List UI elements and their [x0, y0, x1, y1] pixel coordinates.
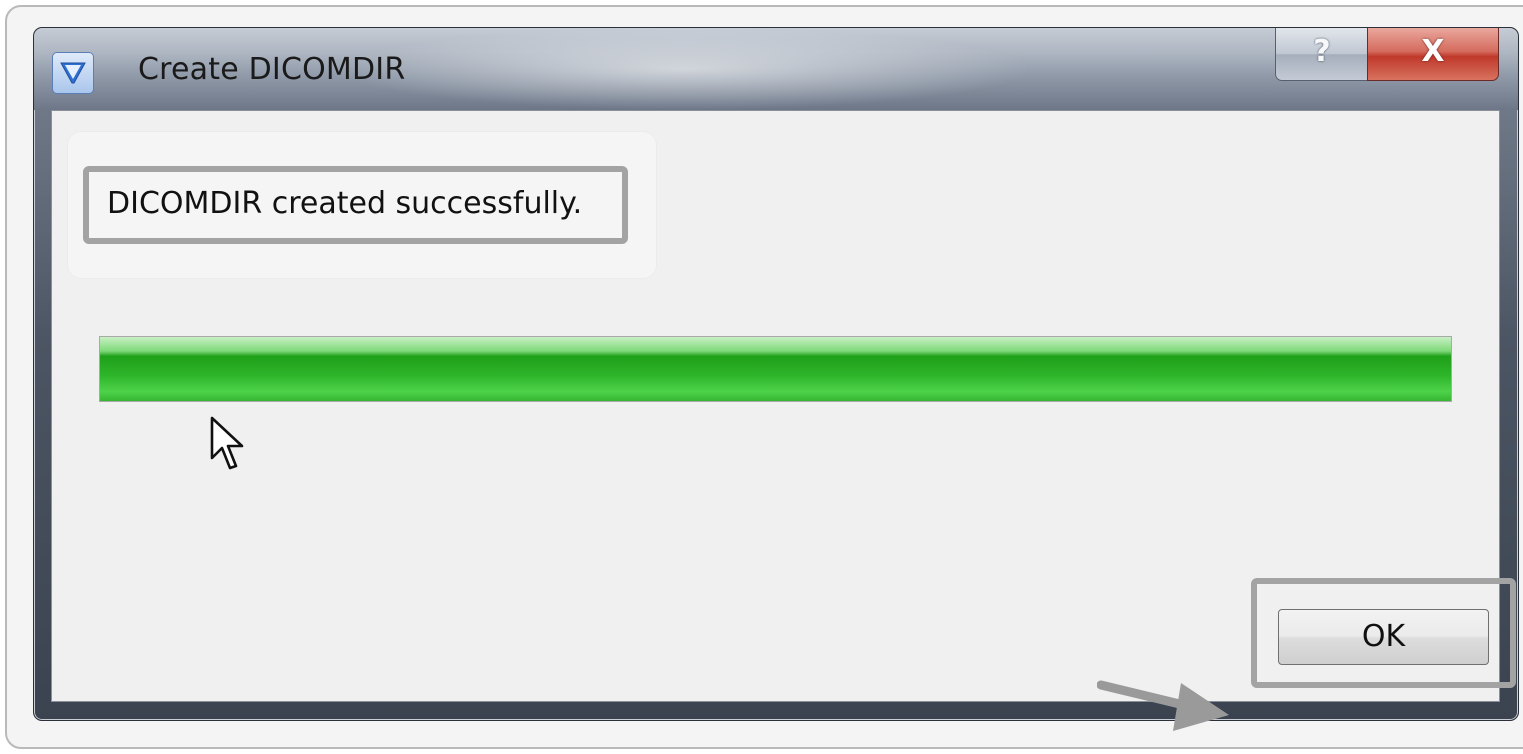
callout-arrow-glyph — [1096, 680, 1229, 731]
funnel-icon — [52, 52, 94, 94]
arrow-right-icon — [1096, 671, 1237, 745]
close-button[interactable]: X — [1367, 28, 1499, 81]
dialog-window: Create DICOMDIR ? X DICOMDIR created suc… — [33, 27, 1519, 731]
window-title: Create DICOMDIR — [138, 52, 406, 87]
screenshot-canvas: Create DICOMDIR ? X DICOMDIR created suc… — [0, 0, 1523, 754]
progress-bar — [99, 336, 1452, 402]
ok-button[interactable]: OK — [1278, 609, 1489, 665]
help-icon: ? — [1313, 34, 1331, 69]
status-message: DICOMDIR created successfully. — [107, 186, 583, 221]
progress-bar-fill — [100, 337, 1451, 401]
close-icon: X — [1421, 34, 1445, 69]
dialog-content: DICOMDIR created successfully. OK — [51, 110, 1516, 731]
help-button[interactable]: ? — [1275, 28, 1369, 81]
mouse-pointer-icon — [210, 416, 254, 476]
mouse-pointer-glyph — [210, 416, 244, 470]
funnel-icon-glyph — [60, 62, 86, 84]
